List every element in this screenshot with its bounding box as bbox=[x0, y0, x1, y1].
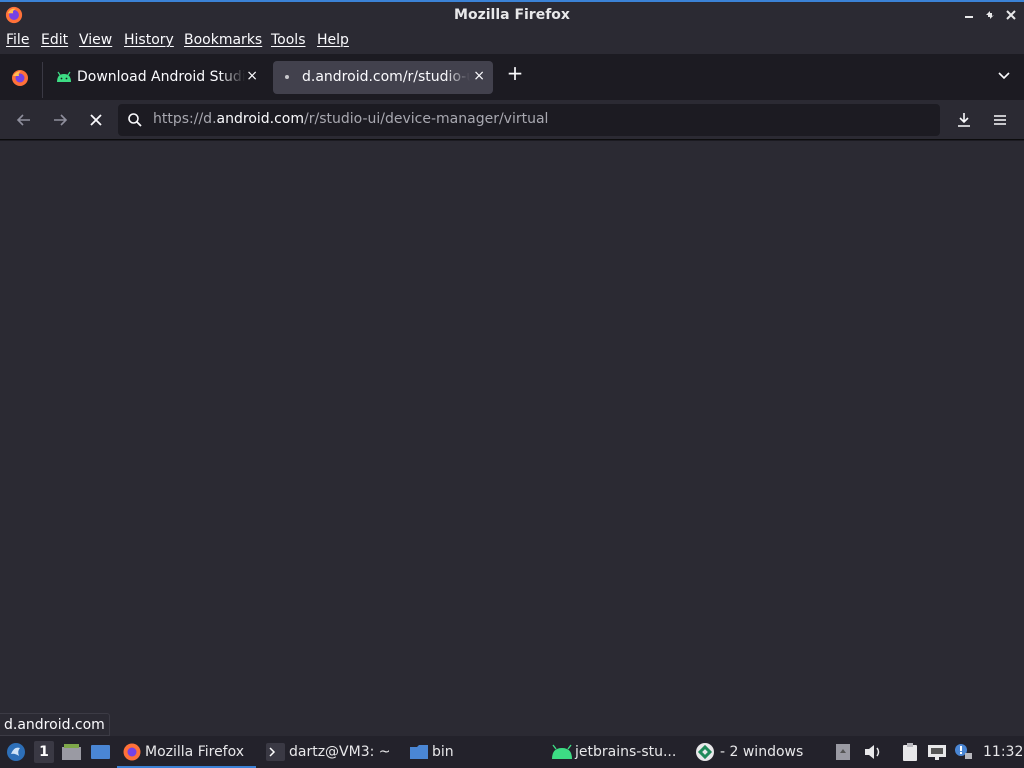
taskbar-item-terminal[interactable]: dartz@VM3: ~ bbox=[266, 736, 391, 768]
tab-label: Download Android Studio bbox=[77, 69, 245, 85]
notification-icon[interactable] bbox=[953, 742, 973, 762]
url-path: /r/studio-ui/device-manager/virtual bbox=[304, 111, 549, 127]
search-icon bbox=[128, 113, 142, 127]
url-text[interactable]: https://d.android.com/r/studio-ui/device… bbox=[153, 111, 548, 127]
taskbar-label: - 2 windows bbox=[720, 744, 804, 760]
url-host: android.com bbox=[216, 111, 305, 127]
menu-bookmarks[interactable]: Bookmarks bbox=[184, 32, 262, 48]
scroll-tray-icon[interactable] bbox=[835, 743, 851, 761]
taskbar-label: jetbrains-stu... bbox=[575, 744, 677, 760]
folder-icon bbox=[410, 745, 428, 759]
system-taskbar: 1 Mozilla Firefox dartz@VM3: ~ bin jetbr bbox=[0, 736, 1024, 768]
taskbar-item-jetbrains[interactable]: jetbrains-stu... bbox=[551, 736, 676, 768]
android-icon bbox=[57, 71, 71, 82]
window-title: Mozilla Firefox bbox=[454, 7, 570, 23]
firefox-view-icon[interactable] bbox=[10, 68, 30, 88]
taskbar-label: Mozilla Firefox bbox=[145, 744, 245, 760]
menu-hamburger-button[interactable] bbox=[989, 109, 1011, 131]
menu-view[interactable]: View bbox=[79, 32, 112, 48]
clipboard-icon[interactable] bbox=[900, 742, 920, 762]
tab-label: d.android.com/r/studio-ui bbox=[302, 69, 470, 85]
taskbar-label: dartz@VM3: ~ bbox=[289, 744, 391, 760]
menu-edit[interactable]: Edit bbox=[41, 32, 68, 48]
new-tab-button[interactable]: + bbox=[505, 63, 525, 83]
back-button[interactable] bbox=[13, 109, 35, 131]
volume-icon[interactable] bbox=[863, 743, 883, 761]
close-icon[interactable] bbox=[1002, 6, 1020, 24]
close-tab-icon[interactable]: × bbox=[473, 68, 485, 84]
tab-download-android-studio[interactable]: Download Android Studio × bbox=[48, 61, 266, 94]
page-content[interactable] bbox=[0, 141, 1024, 736]
app-group-icon bbox=[696, 743, 714, 761]
tab-separator bbox=[42, 62, 43, 98]
status-panel: d.android.com bbox=[0, 713, 110, 736]
terminal-icon bbox=[266, 743, 285, 761]
menu-history[interactable]: History bbox=[124, 32, 174, 48]
url-scheme: https://d. bbox=[153, 111, 217, 127]
url-bar[interactable]: https://d.android.com/r/studio-ui/device… bbox=[118, 104, 940, 136]
navigation-toolbar: https://d.android.com/r/studio-ui/device… bbox=[0, 100, 1024, 140]
taskbar-label: bin bbox=[432, 744, 454, 760]
taskbar-item-bin[interactable]: bin bbox=[409, 736, 454, 768]
taskbar-item-group[interactable]: - 2 windows bbox=[695, 736, 803, 768]
close-tab-icon[interactable]: × bbox=[246, 68, 258, 84]
firefox-icon bbox=[123, 743, 141, 761]
show-desktop-icon[interactable] bbox=[61, 742, 82, 762]
workspace-indicator[interactable]: 1 bbox=[34, 741, 54, 763]
window-titlebar: Mozilla Firefox bbox=[0, 0, 1024, 29]
restore-icon[interactable] bbox=[981, 6, 999, 24]
file-manager-icon[interactable] bbox=[90, 743, 111, 761]
tab-studio-ui[interactable]: d.android.com/r/studio-ui × bbox=[273, 61, 493, 94]
stop-button[interactable] bbox=[85, 109, 107, 131]
clock[interactable]: 11:32 bbox=[983, 736, 1023, 768]
minimize-icon[interactable] bbox=[960, 6, 978, 24]
loading-indicator-icon bbox=[285, 75, 289, 79]
start-menu-icon[interactable] bbox=[5, 742, 27, 762]
list-all-tabs-icon[interactable] bbox=[993, 66, 1015, 86]
menu-help[interactable]: Help bbox=[317, 32, 349, 48]
network-icon[interactable] bbox=[927, 743, 947, 761]
menu-tools[interactable]: Tools bbox=[271, 32, 306, 48]
downloads-button[interactable] bbox=[953, 109, 975, 131]
menu-file[interactable]: File bbox=[6, 32, 29, 48]
forward-button[interactable] bbox=[49, 109, 71, 131]
android-icon bbox=[552, 744, 572, 759]
menu-bar: File Edit View History Bookmarks Tools H… bbox=[0, 29, 1024, 54]
taskbar-item-firefox[interactable]: Mozilla Firefox bbox=[122, 736, 244, 768]
